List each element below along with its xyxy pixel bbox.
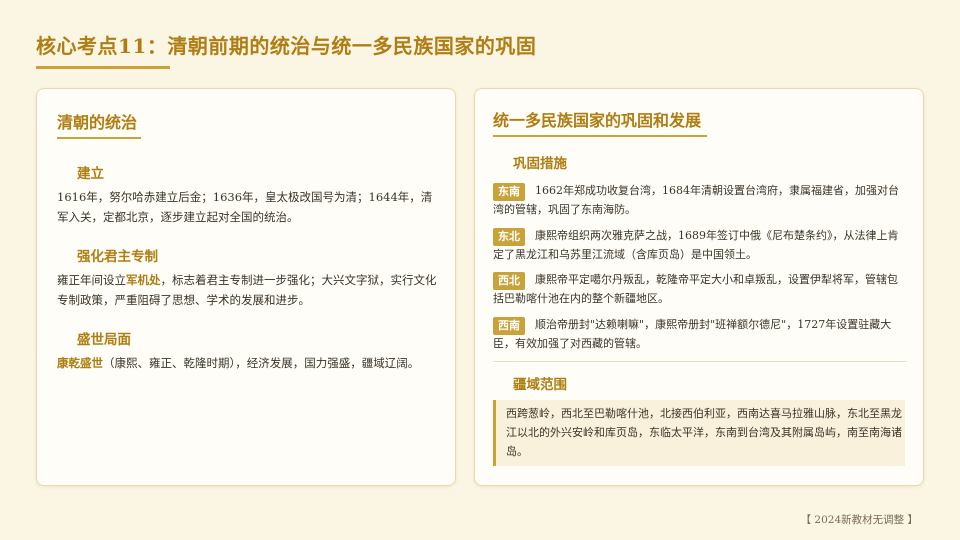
- measure-text-northeast: 康熙帝组织两次雅克萨之战，1689年签订中俄《尼布楚条约》，从法律上肯定了黑龙江…: [493, 229, 899, 261]
- section-text-autocracy: 雍正年间设立军机处，标志着君主专制进一步强化；大兴文字狱，实行文化专制政策，严重…: [57, 273, 437, 307]
- section-divider: [493, 361, 907, 362]
- section-text-establish: 1616年，努尔哈赤建立后金；1636年，皇太极改国号为清；1644年，清军入关…: [57, 190, 433, 224]
- panel-title-underline: [57, 137, 141, 139]
- scope-text: 西跨葱岭，西北至巴勒喀什池，北接西伯利亚，西南达喜马拉雅山脉，东北至黑龙江以北的…: [506, 407, 902, 458]
- scope-callout: 西跨葱岭，西北至巴勒喀什池，北接西伯利亚，西南达喜马拉雅山脉，东北至黑龙江以北的…: [493, 400, 905, 466]
- panel-title: 清朝的统治: [57, 113, 138, 132]
- section-heading-autocracy: 强化君主专制: [77, 249, 158, 265]
- panel-title-underline: [493, 135, 707, 137]
- page-title: 核心考点11：清朝前期的统治与统一多民族国家的巩固: [36, 34, 537, 58]
- section-text-prosperity: 康乾盛世（康熙、雍正、乾隆时期），经济发展，国力强盛，疆域辽阔。: [57, 356, 420, 370]
- highlight-term: 军机处: [126, 273, 161, 287]
- unification-panel: 统一多民族国家的巩固和发展 巩固措施 东南 1662年郑成功收复台湾，1684年…: [474, 88, 924, 486]
- qing-rule-panel: 清朝的统治 建立 1616年，努尔哈赤建立后金；1636年，皇太极改国号为清；1…: [36, 88, 456, 486]
- footer-note: 【 2024新教材无调整 】: [800, 514, 918, 526]
- measure-text-southeast: 1662年郑成功收复台湾，1684年清朝设置台湾府，隶属福建省，加强对台湾的管辖…: [493, 184, 899, 216]
- title-underline: [36, 66, 170, 69]
- measure-text-southwest: 顺治帝册封"达赖喇嘛"，康熙帝册封"班禅额尔德尼"，1727年设置驻藏大臣，有效…: [493, 318, 892, 350]
- scope-heading: 疆域范围: [513, 377, 567, 393]
- measures-heading: 巩固措施: [513, 156, 567, 172]
- section-heading-establish: 建立: [77, 166, 104, 182]
- panel-title: 统一多民族国家的巩固和发展: [493, 111, 702, 130]
- measure-text-northwest: 康熙帝平定噶尔丹叛乱，乾隆帝平定大小和卓叛乱，设置伊犁将军，管辖包括巴勒喀什池在…: [493, 273, 898, 305]
- highlight-term: 康乾盛世: [57, 356, 103, 370]
- section-heading-prosperity: 盛世局面: [77, 332, 131, 348]
